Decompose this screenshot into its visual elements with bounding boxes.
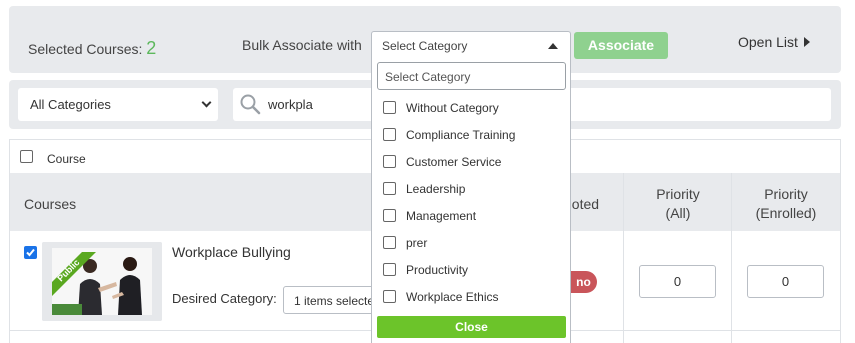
bulk-associate-label: Bulk Associate with — [242, 37, 362, 53]
option-checkbox[interactable] — [383, 182, 396, 195]
option-checkbox[interactable] — [383, 101, 396, 114]
dropdown-close-button[interactable]: Close — [377, 316, 566, 338]
column-divider — [623, 173, 624, 343]
column-header-courses[interactable]: Courses — [24, 196, 76, 212]
dropdown-option[interactable]: prer — [383, 233, 563, 253]
dropdown-option[interactable]: Customer Service — [383, 152, 563, 172]
dropdown-option[interactable]: Compliance Training — [383, 125, 563, 145]
option-label: Customer Service — [406, 155, 502, 169]
caret-up-icon — [548, 43, 558, 49]
option-label: Without Category — [406, 101, 499, 115]
category-dropdown-panel: Select Category Without Category Complia… — [371, 60, 571, 343]
open-list-link[interactable]: Open List — [738, 34, 810, 50]
selected-courses-count: 2 — [146, 38, 157, 58]
row-checkbox-checked[interactable] — [24, 246, 37, 259]
option-label: Leadership — [406, 182, 466, 196]
dropdown-option[interactable]: Management — [383, 206, 563, 226]
column-divider — [731, 173, 732, 343]
select-all-label: Course — [47, 152, 86, 166]
associate-button[interactable]: Associate — [574, 32, 668, 59]
dropdown-search-input[interactable]: Select Category — [377, 62, 566, 90]
option-checkbox[interactable] — [383, 128, 396, 141]
category-filter-select[interactable]: All Categories — [18, 88, 218, 121]
priority-enrolled-line1: Priority — [764, 186, 808, 202]
option-checkbox[interactable] — [383, 290, 396, 303]
bulk-category-select[interactable]: Select Category — [371, 31, 571, 61]
priority-all-line2: (All) — [665, 205, 691, 221]
selected-courses: Selected Courses: 2 — [28, 38, 156, 59]
column-header-priority-enrolled[interactable]: Priority (Enrolled) — [732, 185, 840, 223]
promoted-toggle[interactable]: no — [570, 271, 597, 293]
search-icon — [240, 94, 261, 115]
desired-category-label: Desired Category: — [172, 291, 277, 306]
option-checkbox[interactable] — [383, 236, 396, 249]
course-thumbnail[interactable]: Public — [42, 242, 162, 321]
category-filter-value: All Categories — [30, 97, 111, 112]
open-list-label: Open List — [738, 34, 798, 50]
option-label: Productivity — [406, 263, 469, 277]
column-header-priority-all[interactable]: Priority (All) — [624, 185, 732, 223]
checkmark-icon — [26, 248, 35, 257]
priority-all-input[interactable]: 0 — [639, 265, 716, 298]
option-checkbox[interactable] — [383, 263, 396, 276]
dropdown-option[interactable]: Leadership — [383, 179, 563, 199]
option-label: Workplace Ethics — [406, 290, 499, 304]
selected-courses-label: Selected Courses: — [28, 41, 143, 57]
option-checkbox[interactable] — [383, 155, 396, 168]
priority-all-line1: Priority — [656, 186, 700, 202]
dropdown-option[interactable]: Without Category — [383, 98, 563, 118]
option-label: Management — [406, 209, 477, 223]
desired-category-select[interactable]: 1 items selected — [283, 286, 375, 314]
course-title[interactable]: Workplace Bullying — [172, 244, 291, 260]
select-all-checkbox[interactable] — [20, 150, 33, 163]
bulk-category-select-value: Select Category — [382, 39, 468, 53]
triangle-right-icon — [803, 37, 810, 47]
option-label: prer — [406, 236, 428, 250]
dropdown-option[interactable]: Productivity — [383, 260, 563, 280]
option-checkbox[interactable] — [383, 209, 396, 222]
option-label: Compliance Training — [406, 128, 516, 142]
dropdown-option[interactable]: Workplace Ethics — [383, 287, 563, 307]
dropdown-search-placeholder: Select Category — [385, 70, 471, 84]
search-input-value: workpla — [268, 97, 313, 112]
chevron-down-icon — [201, 97, 212, 108]
course-thumbnail-image: Public — [42, 242, 162, 321]
priority-enrolled-input[interactable]: 0 — [747, 265, 824, 298]
priority-enrolled-line2: (Enrolled) — [755, 205, 817, 221]
